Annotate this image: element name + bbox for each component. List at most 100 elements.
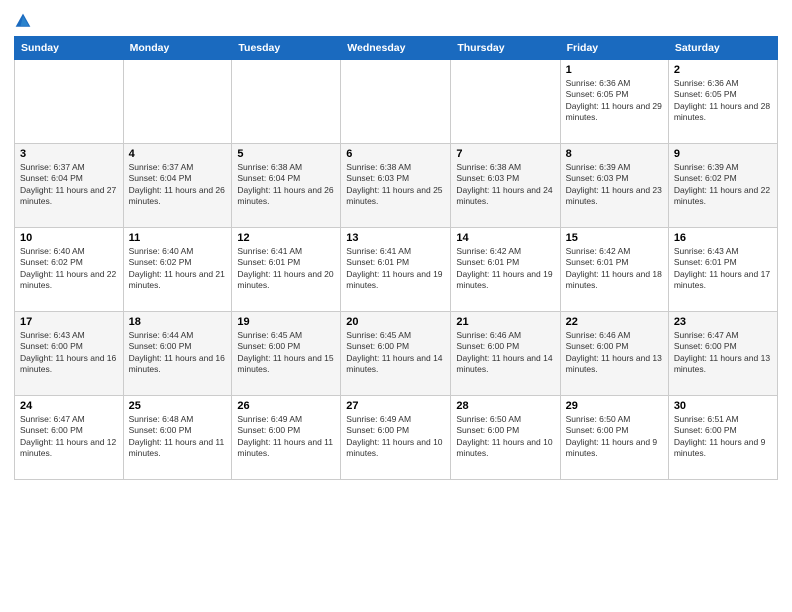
weekday-header: Thursday — [451, 37, 560, 60]
day-info: Sunrise: 6:37 AM Sunset: 6:04 PM Dayligh… — [20, 162, 118, 208]
calendar-cell: 10Sunrise: 6:40 AM Sunset: 6:02 PM Dayli… — [15, 228, 124, 312]
weekday-header: Friday — [560, 37, 668, 60]
day-info: Sunrise: 6:47 AM Sunset: 6:00 PM Dayligh… — [674, 330, 772, 376]
day-info: Sunrise: 6:38 AM Sunset: 6:03 PM Dayligh… — [456, 162, 554, 208]
calendar-cell: 19Sunrise: 6:45 AM Sunset: 6:00 PM Dayli… — [232, 312, 341, 396]
calendar-cell: 22 Sunrise: 6:46 AM Sunset: 6:00 PM Dayli… — [560, 312, 668, 396]
day-number: 18 — [129, 316, 227, 328]
day-number: 5 — [237, 148, 335, 160]
calendar-header-row: SundayMondayTuesdayWednesdayThursdayFrid… — [15, 37, 778, 60]
day-number: 8 — [566, 148, 663, 160]
calendar-cell: 18 Sunrise: 6:44 AM Sunset: 6:00 PM Dayli… — [123, 312, 232, 396]
day-info: Sunrise: 6:49 AM Sunset: 6:00 PM Dayligh… — [346, 414, 445, 460]
calendar-cell: 7 Sunrise: 6:38 AM Sunset: 6:03 PM Daylig… — [451, 144, 560, 228]
day-info: Sunrise: 6:46 AM Sunset: 6:00 PM Dayligh… — [566, 330, 663, 376]
weekday-header: Tuesday — [232, 37, 341, 60]
calendar-cell — [15, 60, 124, 144]
day-number: 13 — [346, 232, 445, 244]
day-number: 21 — [456, 316, 554, 328]
calendar-cell: 6 Sunrise: 6:38 AM Sunset: 6:03 PM Daylig… — [341, 144, 451, 228]
day-number: 6 — [346, 148, 445, 160]
day-number: 3 — [20, 148, 118, 160]
day-number: 9 — [674, 148, 772, 160]
day-number: 7 — [456, 148, 554, 160]
day-number: 10 — [20, 232, 118, 244]
header-area — [14, 12, 778, 30]
day-info: Sunrise: 6:45 AM Sunset: 6:00 PM Dayligh… — [346, 330, 445, 376]
calendar-week-row: 24Sunrise: 6:47 AM Sunset: 6:00 PM Dayli… — [15, 396, 778, 480]
calendar-week-row: 10 Sunrise: 6:40 AM Sunset: 6:02 PM Dayli… — [15, 228, 778, 312]
day-info: Sunrise: 6:49 AM Sunset: 6:00 PM Dayligh… — [237, 414, 335, 460]
day-number: 16 — [674, 232, 772, 244]
day-number: 20 — [346, 316, 445, 328]
day-info: Sunrise: 6:43 AM Sunset: 6:01 PM Dayligh… — [674, 246, 772, 292]
weekday-header: Sunday — [15, 37, 124, 60]
calendar-cell: 12 Sunrise: 6:41 AM Sunset: 6:01 PM Dayli… — [232, 228, 341, 312]
day-info: Sunrise: 6:43 AM Sunset: 6:00 PM Dayligh… — [20, 330, 118, 376]
day-info: Sunrise: 6:36 AM Sunset: 6:05 PM Dayligh… — [566, 78, 663, 124]
day-number: 2 — [674, 64, 772, 76]
day-number: 26 — [237, 400, 335, 412]
day-info: Sunrise: 6:40 AM Sunset: 6:02 PM Dayligh… — [129, 246, 227, 292]
day-number: 29 — [566, 400, 663, 412]
calendar-week-row: 17Sunrise: 6:43 AM Sunset: 6:00 PM Dayli… — [15, 312, 778, 396]
calendar: SundayMondayTuesdayWednesdayThursdayFrid… — [14, 36, 778, 480]
calendar-cell: 29 Sunrise: 6:50 AM Sunset: 6:00 PM Dayli… — [560, 396, 668, 480]
calendar-cell: 2 Sunrise: 6:36 AM Sunset: 6:05 PM Daylig… — [668, 60, 777, 144]
weekday-header: Wednesday — [341, 37, 451, 60]
weekday-header: Saturday — [668, 37, 777, 60]
calendar-cell: 30 Sunrise: 6:51 AM Sunset: 6:00 PM Dayli… — [668, 396, 777, 480]
day-info: Sunrise: 6:46 AM Sunset: 6:00 PM Dayligh… — [456, 330, 554, 376]
day-info: Sunrise: 6:44 AM Sunset: 6:00 PM Dayligh… — [129, 330, 227, 376]
calendar-cell: 26 Sunrise: 6:49 AM Sunset: 6:00 PM Dayli… — [232, 396, 341, 480]
calendar-cell: 13Sunrise: 6:41 AM Sunset: 6:01 PM Dayli… — [341, 228, 451, 312]
calendar-cell: 9 Sunrise: 6:39 AM Sunset: 6:02 PM Daylig… — [668, 144, 777, 228]
day-info: Sunrise: 6:48 AM Sunset: 6:00 PM Dayligh… — [129, 414, 227, 460]
day-info: Sunrise: 6:39 AM Sunset: 6:02 PM Dayligh… — [674, 162, 772, 208]
calendar-cell: 20 Sunrise: 6:45 AM Sunset: 6:00 PM Dayli… — [341, 312, 451, 396]
calendar-cell: 16 Sunrise: 6:43 AM Sunset: 6:01 PM Dayli… — [668, 228, 777, 312]
day-number: 28 — [456, 400, 554, 412]
calendar-cell: 21 Sunrise: 6:46 AM Sunset: 6:00 PM Dayli… — [451, 312, 560, 396]
calendar-cell: 28Sunrise: 6:50 AM Sunset: 6:00 PM Dayli… — [451, 396, 560, 480]
calendar-cell: 15Sunrise: 6:42 AM Sunset: 6:01 PM Dayli… — [560, 228, 668, 312]
calendar-cell: 1 Sunrise: 6:36 AM Sunset: 6:05 PM Daylig… — [560, 60, 668, 144]
calendar-cell: 5 Sunrise: 6:38 AM Sunset: 6:04 PM Daylig… — [232, 144, 341, 228]
day-number: 12 — [237, 232, 335, 244]
day-number: 4 — [129, 148, 227, 160]
weekday-header: Monday — [123, 37, 232, 60]
calendar-week-row: 1 Sunrise: 6:36 AM Sunset: 6:05 PM Daylig… — [15, 60, 778, 144]
logo-icon — [14, 12, 32, 30]
calendar-cell — [341, 60, 451, 144]
calendar-cell: 14 Sunrise: 6:42 AM Sunset: 6:01 PM Dayli… — [451, 228, 560, 312]
calendar-cell: 23 Sunrise: 6:47 AM Sunset: 6:00 PM Dayli… — [668, 312, 777, 396]
calendar-cell: 27Sunrise: 6:49 AM Sunset: 6:00 PM Dayli… — [341, 396, 451, 480]
day-number: 30 — [674, 400, 772, 412]
day-number: 25 — [129, 400, 227, 412]
calendar-cell: 25 Sunrise: 6:48 AM Sunset: 6:00 PM Dayli… — [123, 396, 232, 480]
day-info: Sunrise: 6:37 AM Sunset: 6:04 PM Dayligh… — [129, 162, 227, 208]
calendar-cell — [123, 60, 232, 144]
day-info: Sunrise: 6:38 AM Sunset: 6:03 PM Dayligh… — [346, 162, 445, 208]
day-number: 23 — [674, 316, 772, 328]
day-info: Sunrise: 6:51 AM Sunset: 6:00 PM Dayligh… — [674, 414, 772, 460]
calendar-cell: 3 Sunrise: 6:37 AM Sunset: 6:04 PM Daylig… — [15, 144, 124, 228]
page: SundayMondayTuesdayWednesdayThursdayFrid… — [0, 0, 792, 612]
calendar-cell — [232, 60, 341, 144]
day-info: Sunrise: 6:45 AM Sunset: 6:00 PM Dayligh… — [237, 330, 335, 376]
calendar-week-row: 3 Sunrise: 6:37 AM Sunset: 6:04 PM Daylig… — [15, 144, 778, 228]
day-info: Sunrise: 6:42 AM Sunset: 6:01 PM Dayligh… — [456, 246, 554, 292]
day-info: Sunrise: 6:39 AM Sunset: 6:03 PM Dayligh… — [566, 162, 663, 208]
calendar-cell: 11 Sunrise: 6:40 AM Sunset: 6:02 PM Dayli… — [123, 228, 232, 312]
day-info: Sunrise: 6:50 AM Sunset: 6:00 PM Dayligh… — [566, 414, 663, 460]
day-number: 14 — [456, 232, 554, 244]
day-number: 1 — [566, 64, 663, 76]
day-number: 22 — [566, 316, 663, 328]
day-info: Sunrise: 6:47 AM Sunset: 6:00 PM Dayligh… — [20, 414, 118, 460]
calendar-cell: 8 Sunrise: 6:39 AM Sunset: 6:03 PM Daylig… — [560, 144, 668, 228]
day-number: 11 — [129, 232, 227, 244]
day-info: Sunrise: 6:38 AM Sunset: 6:04 PM Dayligh… — [237, 162, 335, 208]
logo — [14, 12, 34, 30]
day-info: Sunrise: 6:41 AM Sunset: 6:01 PM Dayligh… — [237, 246, 335, 292]
day-info: Sunrise: 6:36 AM Sunset: 6:05 PM Dayligh… — [674, 78, 772, 124]
